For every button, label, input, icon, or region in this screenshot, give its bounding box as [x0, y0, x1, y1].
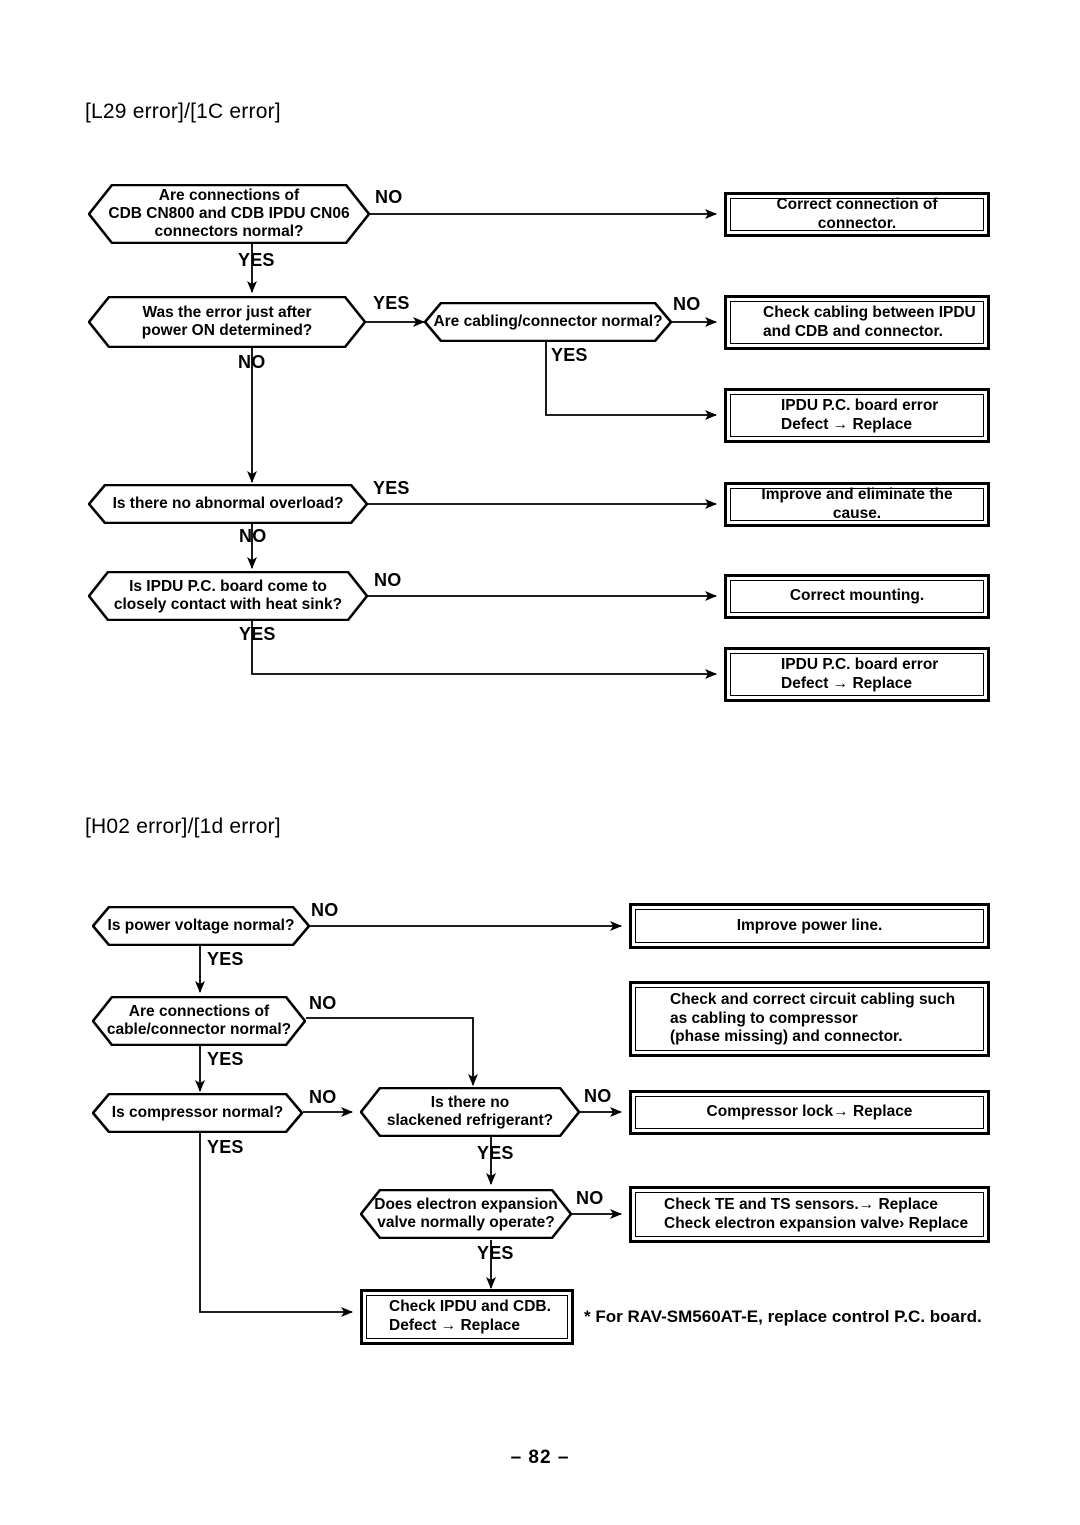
decision-cdb-connectors-normal[interactable]: Are connections of CDB CN800 and CDB IPD… — [88, 184, 370, 244]
box-inner: IPDU P.C. board error Defect → Replace — [730, 653, 984, 696]
decision-error-after-power-on[interactable]: Was the error just after power ON determ… — [88, 296, 366, 348]
action-label: Improve and eliminate the cause. — [761, 485, 953, 522]
box-inner: Check IPDU and CDB. Defect → Replace — [366, 1295, 568, 1339]
action-correct-mounting[interactable]: Correct mounting. — [724, 574, 990, 619]
decision-label: Is power voltage normal? — [107, 916, 295, 934]
page-number: – 82 – — [510, 1447, 570, 1468]
decision-label: Are connections of cable/connector norma… — [106, 1002, 292, 1038]
branch-label-no-d3: NO — [673, 294, 701, 314]
branch-label-yes-e3: YES — [207, 1137, 244, 1157]
branch-label-yes-d1: YES — [238, 250, 275, 270]
branch-label-no-d2: NO — [238, 352, 266, 372]
decision-label: Is compressor normal? — [111, 1103, 284, 1121]
action-label: IPDU P.C. board error Defect → Replace — [781, 396, 939, 433]
decision-label: Was the error just after power ON determ… — [141, 303, 313, 339]
action-label: Check and correct circuit cabling such a… — [670, 990, 956, 1046]
action-ipdu-board-error-replace-1[interactable]: IPDU P.C. board error Defect → Replace — [724, 388, 990, 443]
decision-label: Are connections of CDB CN800 and CDB IPD… — [108, 186, 350, 241]
branch-label-no-e5: NO — [576, 1188, 604, 1208]
branch-label-yes-e4: YES — [477, 1143, 514, 1163]
decision-no-slackened-refrigerant[interactable]: Is there no slackened refrigerant? — [360, 1087, 580, 1137]
branch-label-yes-d2: YES — [373, 293, 410, 313]
action-label: Improve power line. — [736, 916, 883, 934]
action-check-te-ts-sensors-replace[interactable]: Check TE and TS sensors.→ Replace Check … — [629, 1186, 990, 1243]
box-inner: Improve power line. — [635, 909, 984, 943]
action-label: Check IPDU and CDB. Defect → Replace — [389, 1298, 551, 1334]
action-check-correct-circuit-cabling[interactable]: Check and correct circuit cabling such a… — [629, 981, 990, 1057]
decision-label: Does electron expansion valve normally o… — [374, 1195, 558, 1231]
box-inner: Check TE and TS sensors.→ Replace Check … — [635, 1192, 984, 1237]
action-label: Check cabling between IPDU and CDB and c… — [763, 303, 976, 340]
branch-label-yes-d3: YES — [551, 345, 588, 365]
branch-label-no-d4: NO — [239, 526, 267, 546]
box-inner: Improve and eliminate the cause. — [730, 485, 984, 522]
branch-label-no-e3: NO — [309, 1087, 337, 1107]
box-inner: Check and correct circuit cabling such a… — [635, 987, 984, 1051]
branch-label-no-e1: NO — [311, 900, 339, 920]
footnote-rav-sm560at: * For RAV-SM560AT-E, replace control P.C… — [584, 1307, 982, 1326]
decision-cabling-connector-normal[interactable]: Are cabling/connector normal? — [424, 302, 672, 342]
action-ipdu-board-error-replace-2[interactable]: IPDU P.C. board error Defect → Replace — [724, 647, 990, 702]
box-inner: IPDU P.C. board error Defect → Replace — [730, 394, 984, 437]
branch-label-no-d1: NO — [375, 187, 403, 207]
branch-label-yes-d5: YES — [239, 624, 276, 644]
action-check-ipdu-and-cdb[interactable]: Check IPDU and CDB. Defect → Replace — [360, 1289, 574, 1345]
action-check-cabling-ipdu-cdb[interactable]: Check cabling between IPDU and CDB and c… — [724, 295, 990, 350]
document-page: [L29 error]/[1C error] Are connections o… — [0, 0, 1080, 1525]
decision-power-voltage-normal[interactable]: Is power voltage normal? — [92, 906, 310, 946]
decision-label: Is there no slackened refrigerant? — [386, 1093, 554, 1129]
decision-label: Is IPDU P.C. board come to closely conta… — [113, 577, 343, 613]
box-inner: Check cabling between IPDU and CDB and c… — [730, 301, 984, 344]
branch-label-no-e4: NO — [584, 1086, 612, 1106]
action-compressor-lock-replace[interactable]: Compressor lock→ Replace — [629, 1090, 990, 1135]
decision-ipdu-board-contact-heat-sink[interactable]: Is IPDU P.C. board come to closely conta… — [88, 571, 368, 621]
section-title-l29: [L29 error]/[1C error] — [85, 100, 281, 123]
branch-label-yes-d4: YES — [373, 478, 410, 498]
action-label: Correct mounting. — [789, 587, 925, 605]
action-improve-eliminate-cause[interactable]: Improve and eliminate the cause. — [724, 482, 990, 527]
decision-label: Are cabling/connector normal? — [433, 312, 663, 330]
branch-label-no-e2: NO — [309, 993, 337, 1013]
action-label: IPDU P.C. board error Defect → Replace — [781, 655, 939, 692]
decision-compressor-normal[interactable]: Is compressor normal? — [92, 1093, 303, 1133]
branch-label-yes-e2: YES — [207, 1049, 244, 1069]
decision-cable-connector-normal[interactable]: Are connections of cable/connector norma… — [92, 996, 306, 1046]
box-inner: Compressor lock→ Replace — [635, 1096, 984, 1129]
action-correct-connection-of-connector[interactable]: Correct connection of connector. — [724, 192, 990, 237]
branch-label-yes-e5: YES — [477, 1243, 514, 1263]
decision-electron-expansion-valve-operate[interactable]: Does electron expansion valve normally o… — [360, 1189, 572, 1239]
decision-no-abnormal-overload[interactable]: Is there no abnormal overload? — [88, 484, 368, 524]
branch-label-yes-e1: YES — [207, 949, 244, 969]
action-improve-power-line[interactable]: Improve power line. — [629, 903, 990, 949]
decision-label: Is there no abnormal overload? — [112, 494, 344, 512]
action-label: Compressor lock→ Replace — [706, 1103, 913, 1121]
action-label: Correct connection of connector. — [776, 195, 938, 232]
branch-label-no-d5: NO — [374, 570, 402, 590]
section-title-h02: [H02 error]/[1d error] — [85, 815, 281, 838]
action-label: Check TE and TS sensors.→ Replace Check … — [664, 1195, 969, 1232]
box-inner: Correct connection of connector. — [730, 195, 984, 232]
box-inner: Correct mounting. — [730, 580, 984, 613]
